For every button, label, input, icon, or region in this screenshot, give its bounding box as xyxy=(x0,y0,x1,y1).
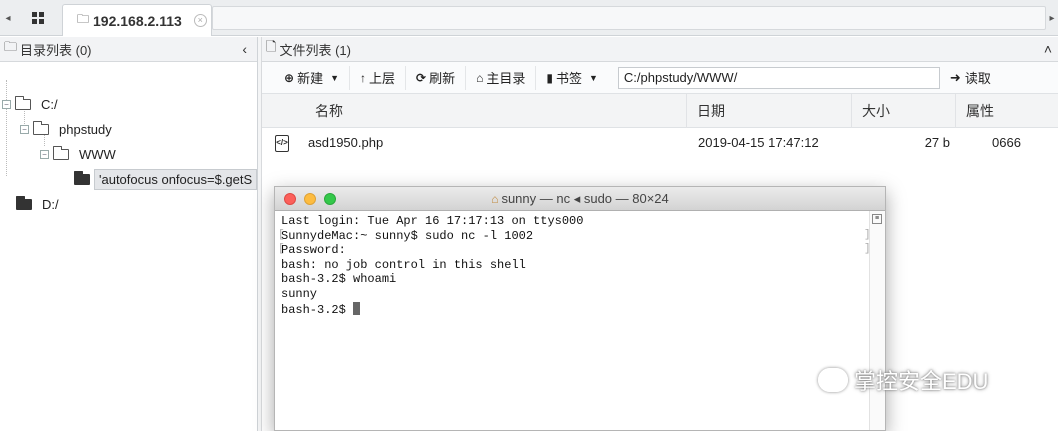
caret-down-icon: ▼ xyxy=(588,72,598,83)
terminal-cursor xyxy=(353,301,361,315)
up-button[interactable]: ↑ 上层 xyxy=(350,65,407,90)
path-input[interactable] xyxy=(617,66,940,89)
new-button[interactable]: ⊕ 新建 ▼ xyxy=(274,65,350,90)
column-date[interactable]: 日期 xyxy=(686,94,851,128)
folder-icon xyxy=(74,170,90,185)
bookmark-icon: ▮ xyxy=(546,70,553,85)
file-size: 27 b xyxy=(924,135,950,150)
refresh-icon: ⟳ xyxy=(416,70,427,85)
file-outline-icon: 🗋 xyxy=(266,39,277,54)
tree-node-label: C:/ xyxy=(41,96,58,112)
tab-host[interactable]: 🗀 192.168.2.113 × xyxy=(62,4,212,36)
wechat-icon xyxy=(818,368,848,392)
directory-panel-title: 目录列表 (0) xyxy=(20,42,92,58)
folder-icon xyxy=(16,195,32,210)
terminal-line: Last login: Tue Apr 16 17:17:13 on ttys0… xyxy=(281,214,584,228)
file-name: asd1950.php xyxy=(308,135,384,150)
folder-outline-icon: 🗀 xyxy=(77,12,90,26)
read-button[interactable]: ➜ 读取 xyxy=(950,68,991,87)
tree-node-selected[interactable]: 'autofocus onfocus=$.getS xyxy=(74,167,258,191)
new-button-label: 新建 xyxy=(297,71,324,86)
grid-icon xyxy=(32,12,44,24)
terminal-window[interactable]: ⌂ sunny — nc ◂ sudo — 80×24 ≡ [ [ ] ] Las… xyxy=(274,186,886,431)
collapse-toggle-icon[interactable]: − xyxy=(2,99,11,109)
tree-node-drive-d[interactable]: D:/ xyxy=(16,194,59,214)
terminal-titlebar[interactable]: ⌂ sunny — nc ◂ sudo — 80×24 xyxy=(275,187,885,211)
directory-panel-header: 🗀 目录列表 (0) ‹ xyxy=(0,37,257,62)
arrow-right-icon: ➜ xyxy=(949,69,961,85)
file-attr: 0666 xyxy=(992,135,1021,150)
directory-tree: − C:/ − phpstudy − WWW 'autofocus onfocu… xyxy=(0,62,258,430)
folder-icon xyxy=(33,120,49,135)
terminal-prompt-line: bash-3.2$ xyxy=(281,301,865,318)
collapse-panel-icon[interactable]: ‹ xyxy=(242,41,247,57)
home-button-label: 主目录 xyxy=(486,71,526,86)
tree-node-www[interactable]: − WWW xyxy=(40,144,116,164)
watermark: 掌控安全EDU xyxy=(818,364,988,396)
refresh-button[interactable]: ⟳ 刷新 xyxy=(406,65,467,90)
terminal-title-text: sunny — nc ◂ sudo — 80×24 xyxy=(501,191,669,206)
tree-node-label: 'autofocus onfocus=$.getS xyxy=(94,168,258,190)
column-attr[interactable]: 属性 xyxy=(955,94,1058,128)
column-name[interactable]: 名称 xyxy=(305,94,696,128)
column-icon xyxy=(262,94,292,128)
terminal-output[interactable]: Last login: Tue Apr 16 17:17:13 on ttys0… xyxy=(281,214,865,317)
terminal-line: sunny xyxy=(281,286,318,301)
file-date: 2019-04-15 17:47:12 xyxy=(698,135,819,150)
home-icon: ⌂ xyxy=(476,70,484,85)
bookmark-button[interactable]: ▮ 书签 ▼ xyxy=(536,66,608,90)
tab-strip: ◂ 🗀 192.168.2.113 × ▸ xyxy=(0,0,1058,36)
app-grid-button[interactable] xyxy=(18,5,58,31)
terminal-prompt: bash-3.2$ xyxy=(281,302,354,317)
tab-bar-empty-area xyxy=(212,6,1046,30)
file-table-header: 名称 日期 大小 属性 xyxy=(262,94,1058,128)
plus-circle-icon: ⊕ xyxy=(284,70,295,85)
folder-outline-icon: 🗀 xyxy=(4,39,18,54)
read-button-label: 读取 xyxy=(964,71,991,86)
tree-node-drive-c[interactable]: − C:/ xyxy=(2,94,58,114)
terminal-line: SunnydeMac:~ sunny$ sudo nc -l 1002 xyxy=(281,228,534,243)
folder-icon xyxy=(53,145,69,160)
php-file-icon: </> xyxy=(275,135,289,152)
tree-node-label: WWW xyxy=(79,146,116,162)
tab-host-label: 192.168.2.113 xyxy=(93,12,182,29)
folder-icon xyxy=(15,95,31,110)
up-button-label: 上层 xyxy=(369,71,396,86)
directory-panel: 🗀 目录列表 (0) ‹ − C:/ − phpstudy − WWW 'aut… xyxy=(0,37,258,431)
tree-node-phpstudy[interactable]: − phpstudy xyxy=(20,119,112,139)
terminal-scrollbar[interactable] xyxy=(869,211,885,430)
column-size[interactable]: 大小 xyxy=(851,94,955,128)
table-row[interactable]: </> asd1950.php 2019-04-15 17:47:12 27 b… xyxy=(262,128,1058,158)
terminal-title: ⌂ sunny — nc ◂ sudo — 80×24 xyxy=(275,187,885,211)
terminal-line: bash-3.2$ whoami xyxy=(281,272,397,287)
terminal-line: Password: xyxy=(281,243,346,258)
tab-scroll-left-icon[interactable]: ◂ xyxy=(2,8,14,30)
collapse-toggle-icon[interactable]: − xyxy=(40,149,49,159)
arrow-up-icon: ↑ xyxy=(360,70,366,85)
tab-scroll-right-icon[interactable]: ▸ xyxy=(1046,8,1058,30)
collapse-panel-icon[interactable]: ˄ xyxy=(1044,41,1052,57)
tree-node-label: phpstudy xyxy=(59,121,112,137)
terminal-scroll-marker-icon[interactable]: ≡ xyxy=(872,214,882,224)
caret-down-icon: ▼ xyxy=(330,72,339,83)
close-icon[interactable]: × xyxy=(193,14,207,27)
refresh-button-label: 刷新 xyxy=(429,71,456,86)
terminal-line: bash: no job control in this shell xyxy=(281,257,526,272)
collapse-toggle-icon[interactable]: − xyxy=(20,124,29,134)
watermark-text: 掌控安全EDU xyxy=(854,369,989,394)
tree-node-label: D:/ xyxy=(42,196,59,212)
file-toolbar: ⊕ 新建 ▼ ↑ 上层 ⟳ 刷新 ⌂ 主目录 ▮ 书签 ▼ ➜ 读取 xyxy=(262,62,1058,94)
bookmark-button-label: 书签 xyxy=(555,71,582,86)
file-panel-title: 文件列表 (1) xyxy=(279,42,351,58)
file-panel-header: 🗋 文件列表 (1) ˄ xyxy=(262,37,1058,62)
home-folder-icon: ⌂ xyxy=(491,192,499,206)
home-button[interactable]: ⌂ 主目录 xyxy=(466,65,537,90)
